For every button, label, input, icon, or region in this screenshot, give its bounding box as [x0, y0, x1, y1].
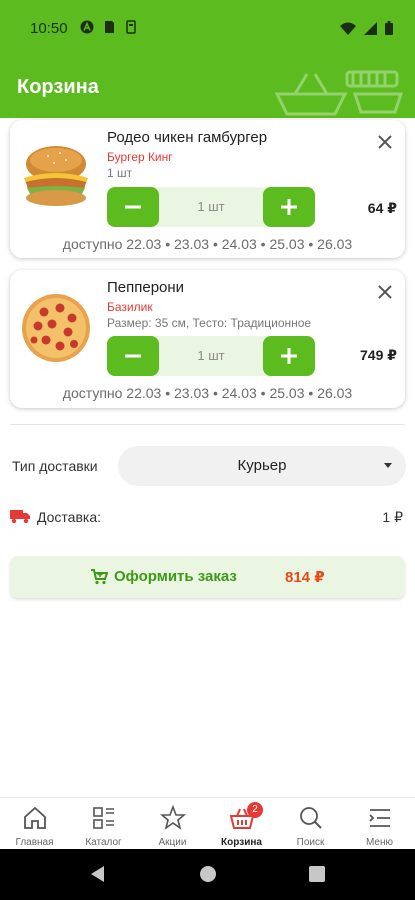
- nav-label: Корзина: [221, 837, 262, 848]
- item-detail: Размер: 35 см, Тесто: Традиционное: [107, 316, 312, 330]
- delivery-type-select[interactable]: Курьер: [118, 446, 406, 486]
- delivery-type-value: Курьер: [237, 457, 287, 474]
- nav-label: Поиск: [296, 837, 325, 848]
- wifi-icon: [340, 22, 356, 40]
- delivery-cost-value: 1 ₽: [382, 509, 403, 525]
- pizza-image: [22, 294, 90, 362]
- menu-icon: [369, 809, 390, 827]
- decorative-basket-icon: [275, 70, 404, 116]
- item-store[interactable]: Базилик: [107, 300, 153, 314]
- cart-icon: [91, 569, 108, 585]
- battery-icon: [385, 21, 393, 40]
- nav-label: Меню: [365, 837, 394, 848]
- catalog-icon: [93, 807, 114, 829]
- close-icon[interactable]: [375, 132, 395, 152]
- close-icon[interactable]: [375, 282, 395, 302]
- quantity-stepper: 1 шт: [107, 336, 315, 376]
- decrease-button[interactable]: [107, 187, 159, 227]
- nav-item-menu[interactable]: Меню: [345, 798, 414, 850]
- app-bar: Корзина: [0, 60, 415, 118]
- bottom-navigation: Главная Каталог Акции 2 Корзина Поиск Ме…: [0, 797, 415, 849]
- item-name: Пепперони: [107, 279, 185, 296]
- recents-icon[interactable]: [309, 866, 325, 882]
- nav-item-catalog[interactable]: Каталог: [69, 798, 138, 850]
- plus-icon: [281, 348, 297, 364]
- minus-icon: [125, 354, 141, 358]
- sd-card-icon: [102, 20, 116, 34]
- nav-item-promotions[interactable]: Акции: [138, 798, 207, 850]
- page-title: Корзина: [17, 76, 99, 98]
- signal-icon: [364, 21, 377, 40]
- status-time: 10:50: [30, 20, 68, 37]
- nav-item-cart[interactable]: 2 Корзина: [207, 798, 276, 850]
- nav-label: Акции: [158, 837, 187, 848]
- system-navigation-bar: [0, 849, 415, 900]
- nav-label: Главная: [15, 837, 54, 848]
- availability-dates: доступно 22.03 • 23.03 • 24.03 • 25.03 •…: [62, 236, 353, 252]
- delivery-type-label: Тип доставки: [12, 458, 98, 474]
- delivery-cost-row: Доставка: 1 ₽: [10, 507, 405, 527]
- status-bar: 10:50: [0, 0, 415, 60]
- chevron-down-icon: [384, 463, 392, 468]
- search-icon: [300, 807, 322, 829]
- checkout-button[interactable]: Оформить заказ 814 ₽: [10, 556, 405, 598]
- nav-item-home[interactable]: Главная: [0, 798, 69, 850]
- cart-badge: 2: [247, 802, 263, 818]
- nav-item-search[interactable]: Поиск: [276, 798, 345, 850]
- item-price: 64 ₽: [367, 200, 397, 216]
- decrease-button[interactable]: [107, 336, 159, 376]
- a-icon: [80, 20, 94, 34]
- cart-item-card: Родео чикен гамбургер Бургер Кинг 1 шт 1…: [10, 120, 405, 258]
- item-price: 749 ₽: [360, 347, 397, 363]
- back-icon[interactable]: [90, 865, 106, 883]
- cart-item-card: Пепперони Базилик Размер: 35 см, Тесто: …: [10, 270, 405, 408]
- checkout-total: 814 ₽: [285, 569, 325, 586]
- burger-image: [24, 146, 88, 206]
- item-detail: 1 шт: [107, 166, 133, 180]
- star-icon: [160, 805, 186, 830]
- home-circle-icon[interactable]: [199, 865, 217, 883]
- item-name: Родео чикен гамбургер: [107, 129, 268, 146]
- nav-label: Каталог: [85, 837, 122, 848]
- increase-button[interactable]: [263, 187, 315, 227]
- quantity-value: 1 шт: [197, 199, 225, 214]
- divider: [10, 424, 405, 425]
- checkout-label: Оформить заказ: [114, 568, 237, 585]
- usb-icon: [124, 20, 138, 34]
- quantity-value: 1 шт: [197, 348, 225, 363]
- quantity-stepper: 1 шт: [107, 187, 315, 227]
- plus-icon: [281, 199, 297, 215]
- delivery-cost-label: Доставка:: [37, 509, 102, 525]
- truck-icon: [10, 510, 30, 524]
- item-store[interactable]: Бургер Кинг: [107, 150, 173, 164]
- minus-icon: [125, 205, 141, 209]
- increase-button[interactable]: [263, 336, 315, 376]
- home-icon: [24, 806, 46, 829]
- availability-dates: доступно 22.03 • 23.03 • 24.03 • 25.03 •…: [62, 385, 353, 401]
